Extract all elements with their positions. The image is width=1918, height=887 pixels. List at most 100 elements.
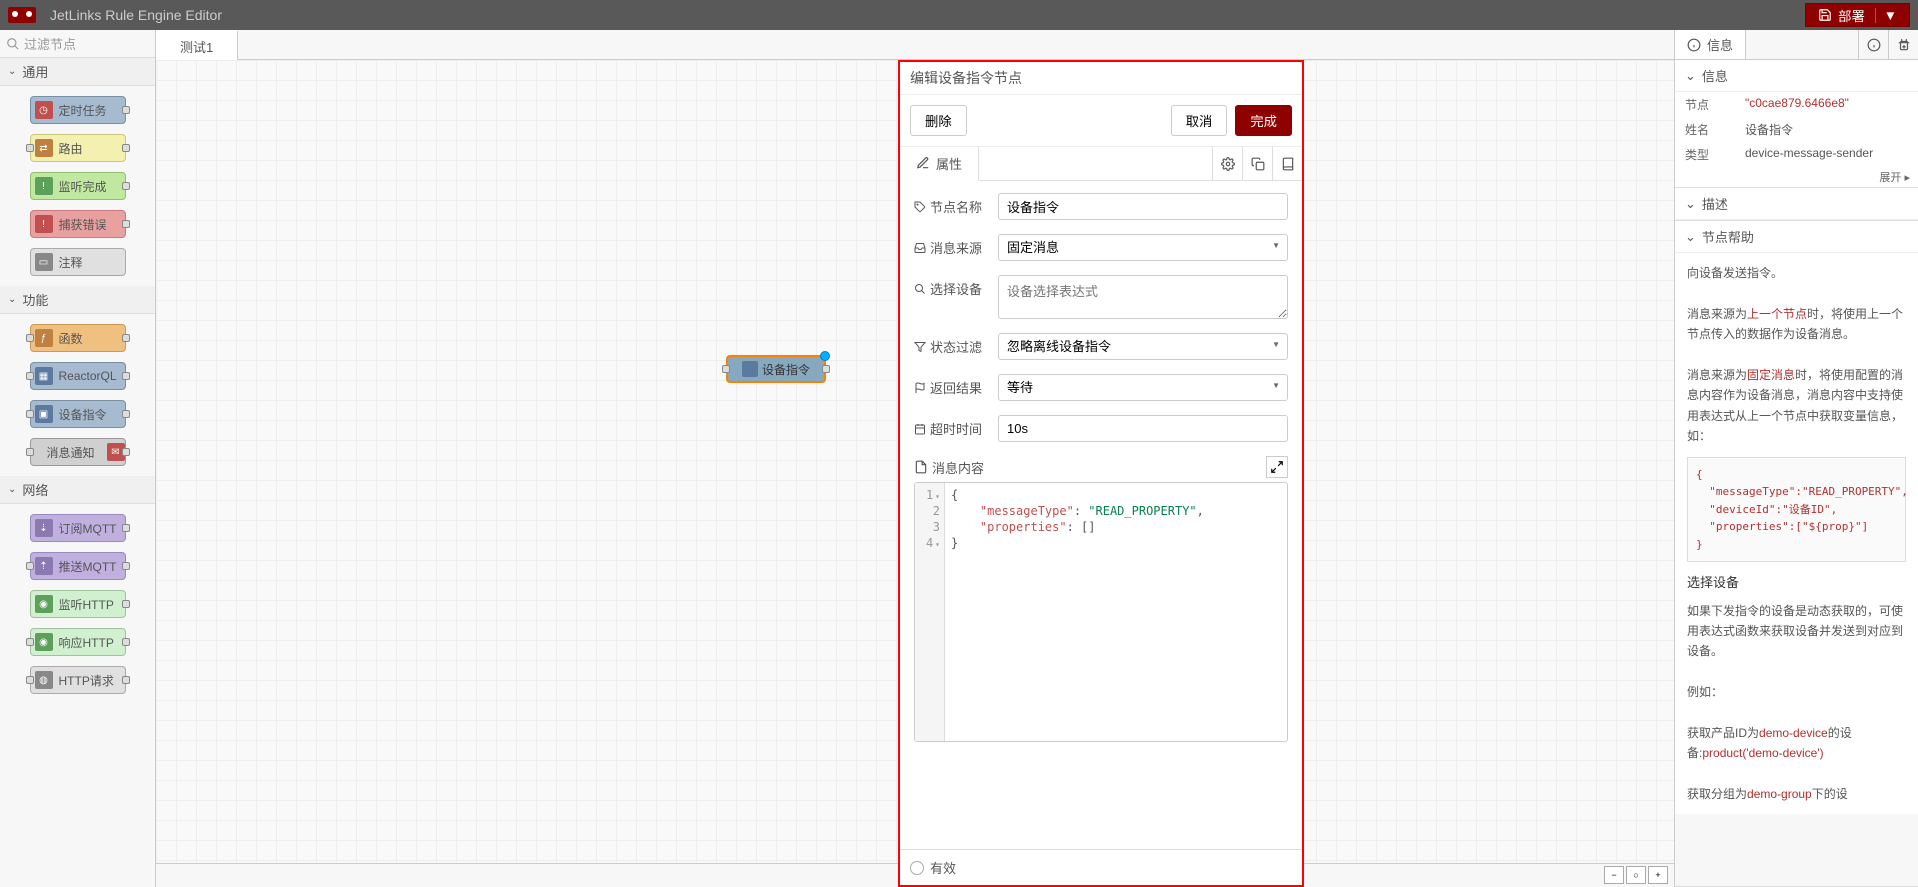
save-icon — [1818, 8, 1832, 22]
filter-nodes-input[interactable]: 过滤节点 — [0, 30, 155, 58]
edit-icon — [916, 156, 930, 170]
timeout-input[interactable] — [998, 415, 1288, 442]
db-icon: ▦ — [35, 367, 53, 385]
palette-node-device-cmd[interactable]: ▣设备指令 — [30, 400, 126, 428]
search-icon — [6, 37, 20, 51]
flow-tab-1[interactable]: 测试1 — [156, 30, 238, 60]
msg-content-editor[interactable]: 1234 { "messageType": "READ_PROPERTY", "… — [914, 482, 1288, 742]
node-palette: 过滤节点 ⌄通用 ◷定时任务 ⇄路由 !监听完成 !捕获错误 ▭注释 ⌄功能 ƒ… — [0, 30, 156, 887]
node-port-input[interactable] — [722, 365, 730, 373]
calendar-icon — [914, 423, 926, 435]
http-icon: ◉ — [35, 633, 53, 651]
cancel-button[interactable]: 取消 — [1171, 105, 1228, 136]
expand-editor-button[interactable] — [1266, 456, 1288, 478]
code-gutter: 1234 — [915, 483, 945, 741]
valid-indicator-icon — [910, 861, 924, 875]
route-icon: ⇄ — [35, 139, 53, 157]
label-state-filter: 状态过滤 — [914, 333, 988, 356]
globe-icon: ◍ — [35, 671, 53, 689]
palette-node-msg-notify[interactable]: 消息通知✉ — [30, 438, 126, 466]
device-icon: ▣ — [35, 405, 53, 423]
info-icon-button[interactable] — [1858, 30, 1888, 59]
palette-node-resp-http[interactable]: ◉响应HTTP — [30, 628, 126, 656]
file-icon — [914, 460, 928, 474]
msg-source-select[interactable]: 固定消息 — [998, 234, 1288, 261]
filter-icon — [914, 341, 926, 353]
chevron-down-icon[interactable]: ▼ — [1875, 8, 1897, 23]
zoom-reset-button[interactable]: ○ — [1626, 866, 1646, 884]
category-network[interactable]: ⌄网络 — [0, 476, 155, 504]
delete-button[interactable]: 删除 — [910, 105, 967, 136]
tag-icon — [914, 201, 926, 213]
category-general[interactable]: ⌄通用 — [0, 58, 155, 86]
book-icon[interactable] — [1272, 147, 1302, 180]
debug-icon-button[interactable] — [1888, 30, 1918, 59]
state-filter-select[interactable]: 忽略离线设备指令 — [998, 333, 1288, 360]
label-msg-content: 消息内容 — [914, 458, 984, 477]
kv-name-value: 设备指令 — [1745, 121, 1908, 138]
label-timeout: 超时时间 — [914, 415, 988, 438]
palette-node-function[interactable]: ƒ函数 — [30, 324, 126, 352]
clock-icon: ◷ — [35, 101, 53, 119]
info-panel: 信息 ⌄信息 节点"c0cae879.6466e8" 姓名设备指令 类型devi… — [1674, 30, 1918, 887]
label-node-name: 节点名称 — [914, 193, 988, 216]
palette-node-comment[interactable]: ▭注释 — [30, 248, 126, 276]
error-icon: ! — [35, 215, 53, 233]
canvas-node-device-cmd[interactable]: 设备指令 — [726, 355, 826, 383]
kv-node-value: "c0cae879.6466e8" — [1745, 96, 1908, 113]
deploy-label: 部署 — [1838, 6, 1865, 25]
mqtt-icon: ⇣ — [35, 519, 53, 537]
category-function[interactable]: ⌄功能 — [0, 286, 155, 314]
logo: JetLinks Rule Engine Editor — [8, 7, 222, 23]
section-help-header[interactable]: ⌄节点帮助 — [1675, 221, 1918, 253]
palette-node-http-req[interactable]: ◍HTTP请求 — [30, 666, 126, 694]
tab-properties[interactable]: 属性 — [900, 147, 979, 181]
palette-node-listen-done[interactable]: !监听完成 — [30, 172, 126, 200]
code-content[interactable]: { "messageType": "READ_PROPERTY", "prope… — [945, 483, 1287, 741]
section-info-header[interactable]: ⌄信息 — [1675, 60, 1918, 92]
palette-node-sub-mqtt[interactable]: ⇣订阅MQTT — [30, 514, 126, 542]
logo-icon — [8, 7, 36, 23]
palette-node-pub-mqtt[interactable]: ⇡推送MQTT — [30, 552, 126, 580]
palette-node-catch-error[interactable]: !捕获错误 — [30, 210, 126, 238]
zoom-out-button[interactable]: − — [1604, 866, 1624, 884]
kv-name-label: 姓名 — [1685, 121, 1745, 138]
section-desc-header[interactable]: ⌄描述 — [1675, 188, 1918, 220]
flag-icon — [914, 382, 926, 394]
label-msg-source: 消息来源 — [914, 234, 988, 257]
mqtt-icon: ⇡ — [35, 557, 53, 575]
flow-tabs: 测试1 — [156, 30, 1674, 60]
node-editor-panel: 编辑设备指令节点 删除 取消 完成 属性 节点名称 消息来源 固定消息 — [898, 60, 1304, 887]
editor-title: 编辑设备指令节点 — [900, 62, 1302, 95]
expand-link[interactable]: 展开 ▸ — [1675, 167, 1918, 187]
search-icon — [914, 283, 926, 295]
changed-indicator-icon — [820, 351, 830, 361]
valid-label: 有效 — [930, 858, 956, 877]
copy-icon[interactable] — [1242, 147, 1272, 180]
palette-node-route[interactable]: ⇄路由 — [30, 134, 126, 162]
editor-footer: 有效 — [900, 849, 1302, 885]
zoom-in-button[interactable]: + — [1648, 866, 1668, 884]
tab-info[interactable]: 信息 — [1675, 30, 1746, 59]
palette-node-reactorql[interactable]: ▦ReactorQL — [30, 362, 126, 390]
app-title: JetLinks Rule Engine Editor — [50, 7, 222, 23]
settings-icon[interactable] — [1212, 147, 1242, 180]
palette-node-timer[interactable]: ◷定时任务 — [30, 96, 126, 124]
http-icon: ◉ — [35, 595, 53, 613]
help-content: 向设备发送指令。 消息来源为上一个节点时，将使用上一个节点传入的数据作为设备消息… — [1675, 253, 1918, 814]
expand-icon — [1270, 460, 1284, 474]
return-result-select[interactable]: 等待 — [998, 374, 1288, 401]
palette-node-listen-http[interactable]: ◉监听HTTP — [30, 590, 126, 618]
label-select-device: 选择设备 — [914, 275, 988, 298]
kv-type-value: device-message-sender — [1745, 146, 1908, 163]
check-icon: ! — [35, 177, 53, 195]
node-port-output[interactable] — [822, 365, 830, 373]
select-device-input[interactable] — [998, 275, 1288, 319]
done-button[interactable]: 完成 — [1235, 105, 1292, 136]
info-icon — [1687, 38, 1701, 52]
deploy-button[interactable]: 部署 ▼ — [1805, 3, 1910, 27]
kv-node-label: 节点 — [1685, 96, 1745, 113]
top-bar: JetLinks Rule Engine Editor 部署 ▼ — [0, 0, 1918, 30]
device-icon — [742, 361, 758, 377]
node-name-input[interactable] — [998, 193, 1288, 220]
